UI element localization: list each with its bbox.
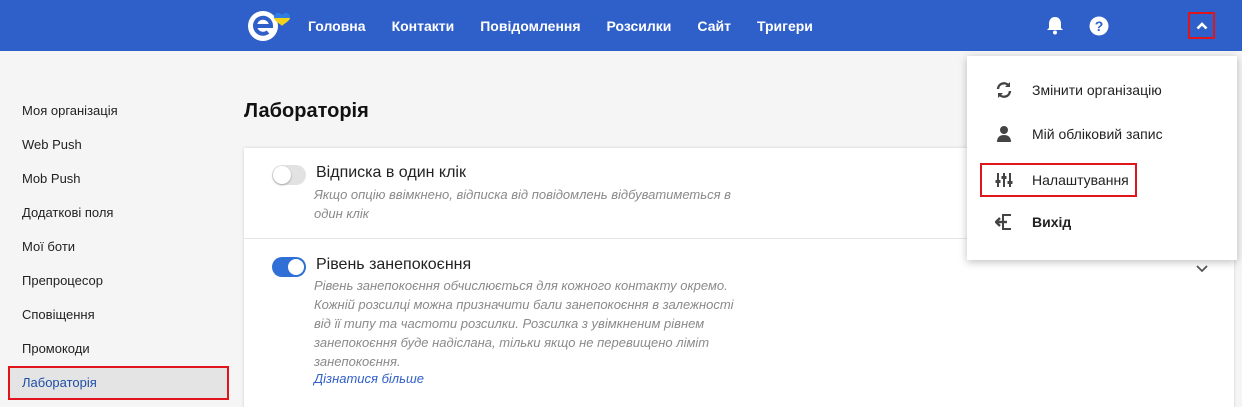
top-navbar: Головна Контакти Повідомлення Розсилки С… (0, 0, 1242, 51)
logout-icon (995, 214, 1011, 230)
menu-item-label: Змінити організацію (1032, 82, 1162, 98)
page-title: Лабораторія (244, 100, 369, 122)
description-line: занепокоєння. (314, 354, 401, 369)
chevron-up-icon (1196, 21, 1207, 29)
option-title: Рівень занепокоєння (316, 256, 472, 273)
description-line: Якщо опцію ввімкнено, відписка від повід… (314, 187, 731, 202)
option-description: Рівень занепокоєння обчислюється для кож… (314, 276, 744, 371)
menu-item-my-account[interactable]: Мій обліковий запис (967, 117, 1237, 151)
menu-item-label: Вихід (1032, 214, 1072, 230)
nav-home[interactable]: Головна (308, 18, 366, 34)
sidebar-item-my-bots[interactable]: Мої боти (8, 230, 229, 264)
chevron-down-icon[interactable] (1195, 261, 1209, 275)
sidebar-item-my-organization[interactable]: Моя організація (8, 94, 229, 128)
menu-item-label: Налаштування (1032, 172, 1129, 188)
one-click-unsubscribe-toggle[interactable] (272, 165, 306, 185)
help-icon[interactable]: ? (1089, 16, 1109, 36)
sliders-icon (995, 173, 1013, 187)
user-dropdown-menu: Змінити організацію Мій обліковий запис … (967, 56, 1237, 260)
option-title: Відписка в один клік (316, 164, 466, 181)
description-line: один клік (314, 206, 369, 221)
nav-messages[interactable]: Повідомлення (480, 18, 580, 34)
description-line: занепокоєння буде надіслана, тільки якщо… (314, 335, 710, 350)
nav-contacts[interactable]: Контакти (392, 18, 455, 34)
description-line: від її типу та частоти розсилки. Розсилк… (314, 316, 705, 331)
menu-item-label: Мій обліковий запис (1032, 126, 1163, 142)
svg-text:?: ? (1095, 18, 1104, 34)
settings-sidebar: Моя організація Web Push Mob Push Додатк… (8, 94, 229, 400)
main-nav: Головна Контакти Повідомлення Розсилки С… (308, 0, 813, 51)
menu-item-settings[interactable]: Налаштування (980, 163, 1137, 197)
nav-site[interactable]: Сайт (697, 18, 731, 34)
sidebar-item-mob-push[interactable]: Mob Push (8, 162, 229, 196)
sidebar-item-notifications[interactable]: Сповіщення (8, 298, 229, 332)
sidebar-item-laboratory[interactable]: Лабораторія (8, 366, 229, 400)
collapse-menu-button[interactable] (1188, 12, 1215, 39)
toggle-knob (288, 259, 304, 275)
refresh-icon (996, 82, 1012, 98)
anxiety-level-toggle[interactable] (272, 257, 306, 277)
menu-item-change-organization[interactable]: Змінити організацію (967, 73, 1237, 107)
menu-item-logout[interactable]: Вихід (967, 205, 1237, 239)
user-icon (997, 126, 1011, 142)
learn-more-link[interactable]: Дізнатися більше (314, 371, 424, 386)
option-description: Якщо опцію ввімкнено, відписка від повід… (314, 185, 744, 223)
sidebar-item-custom-fields[interactable]: Додаткові поля (8, 196, 229, 230)
description-line: Кожній розсилці можна призначити бали за… (314, 297, 734, 312)
nav-triggers[interactable]: Тригери (757, 18, 813, 34)
sidebar-item-promocodes[interactable]: Промокоди (8, 332, 229, 366)
description-line: Рівень занепокоєння обчислюється для кож… (314, 278, 728, 293)
nav-mailings[interactable]: Розсилки (607, 18, 672, 34)
logo-icon[interactable] (246, 9, 292, 43)
sidebar-item-web-push[interactable]: Web Push (8, 128, 229, 162)
toggle-knob (273, 166, 291, 184)
sidebar-item-preprocessor[interactable]: Препроцесор (8, 264, 229, 298)
option-anxiety-level: Рівень занепокоєння Рівень занепокоєння … (244, 239, 1234, 407)
bell-icon[interactable] (1045, 15, 1065, 35)
